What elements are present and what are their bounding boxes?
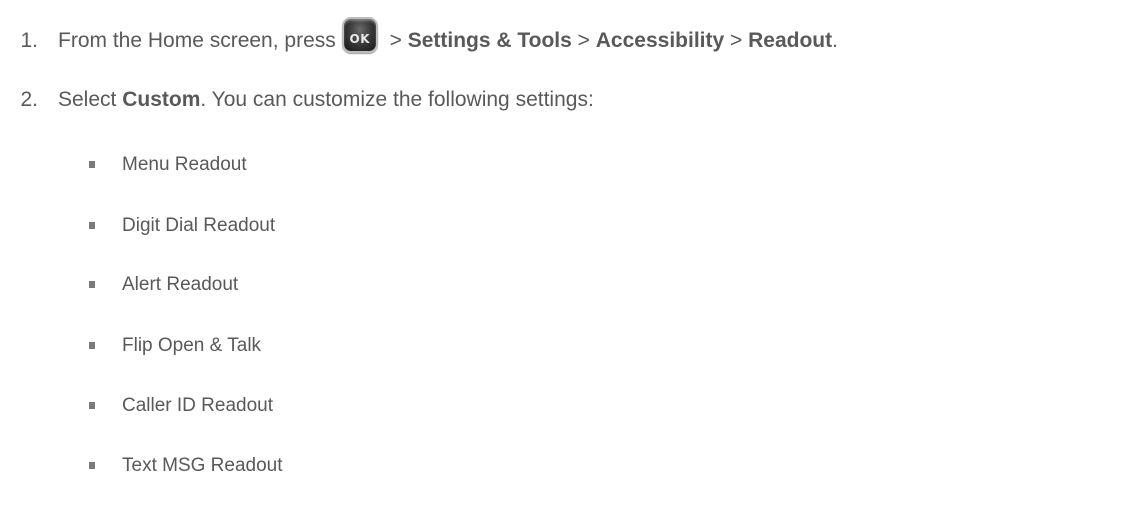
list-item-label: Alert Readout (122, 274, 239, 295)
step-1-end: . (832, 29, 838, 52)
list-item-label: Text MSG Readout (122, 455, 283, 476)
step-2-intro: Select (58, 88, 123, 111)
bullet-square-icon (89, 342, 95, 349)
bullet-square-icon (89, 402, 95, 409)
step-2: 2. Select Custom . You can customize the… (0, 86, 594, 114)
menu-item-accessibility: Accessibility (595, 29, 725, 52)
step-1-intro: From the Home screen, press (58, 29, 336, 52)
separator: > (383, 29, 408, 52)
option-custom: Custom (122, 88, 201, 111)
ok-key-icon: OK (341, 17, 378, 53)
step-2-rest: . You can customize the following settin… (200, 88, 594, 111)
step-1: 1. From the Home screen, press OK > Sett… (0, 17, 838, 59)
bullet-square-icon (89, 281, 95, 288)
ok-key-label: OK (349, 32, 371, 46)
menu-item-readout: Readout (748, 29, 833, 52)
bullet-square-icon (89, 222, 95, 229)
menu-item-settings-tools: Settings & Tools (407, 29, 572, 52)
list-item-label: Digit Dial Readout (122, 215, 276, 236)
bullet-square-icon (89, 462, 95, 469)
step-number: 1. (20, 29, 38, 52)
step-number: 2. (20, 88, 38, 111)
list-item-label: Flip Open & Talk (122, 335, 262, 356)
bullet-square-icon (89, 161, 95, 168)
instruction-document: 1. From the Home screen, press OK > Sett… (0, 0, 1148, 516)
separator: > (724, 29, 749, 52)
list-item-label: Caller ID Readout (122, 395, 274, 416)
separator: > (571, 29, 596, 52)
list-item-label: Menu Readout (122, 154, 247, 175)
